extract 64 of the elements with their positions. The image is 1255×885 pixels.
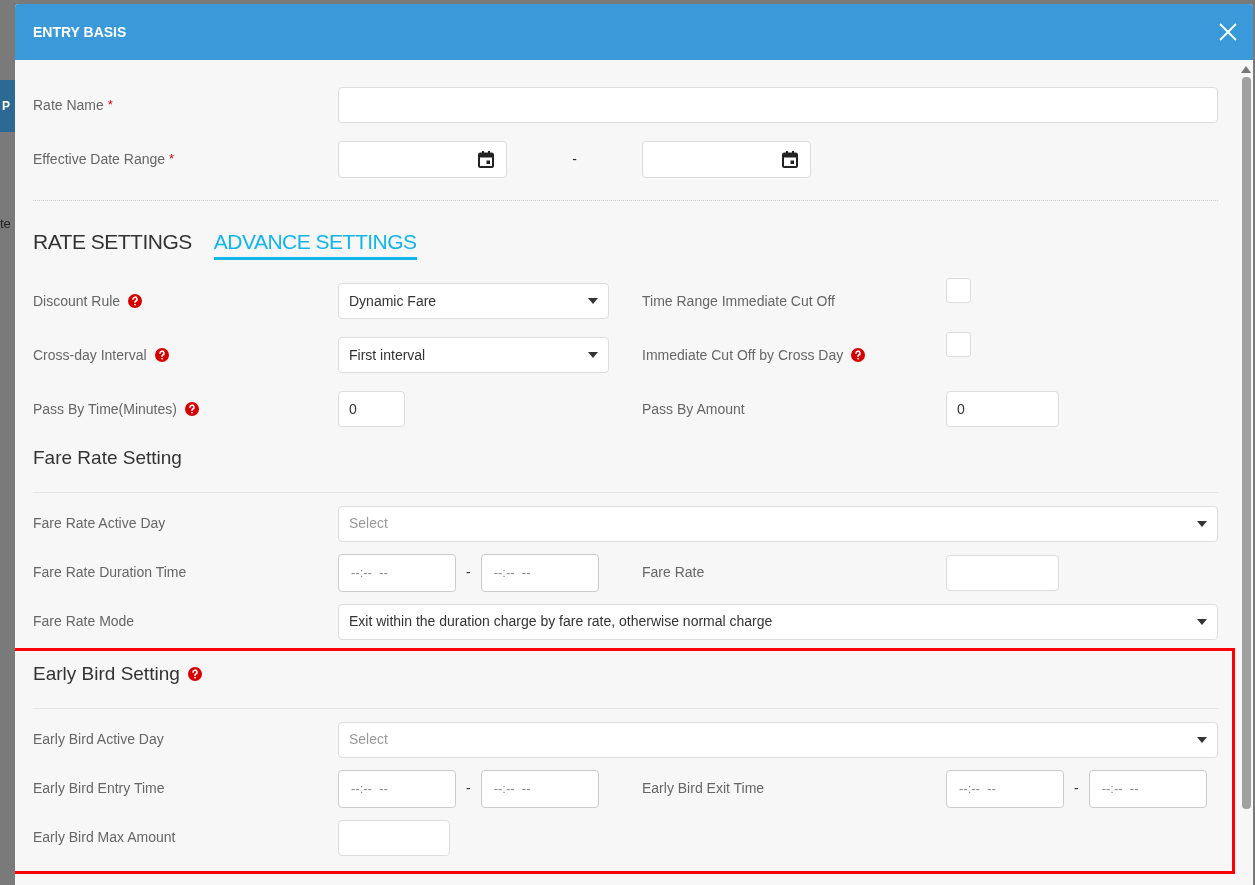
select-dropdown[interactable]: First interval bbox=[338, 337, 609, 373]
caret-icon bbox=[588, 298, 598, 304]
section-title: Early Bird Setting bbox=[33, 661, 180, 686]
field-label: Fare Rate Mode bbox=[33, 612, 135, 631]
help-icon[interactable] bbox=[184, 402, 199, 416]
checkbox[interactable] bbox=[946, 332, 971, 357]
caret-icon bbox=[1197, 520, 1207, 527]
field-label: Early Bird Exit Time bbox=[642, 779, 765, 798]
time-field[interactable]: --:-- -- bbox=[946, 769, 1064, 808]
time-field[interactable]: --:-- -- bbox=[338, 553, 456, 592]
field-label: Cross-day Interval bbox=[33, 345, 147, 365]
backdrop-text: te bbox=[0, 215, 11, 233]
time-field[interactable]: --:-- -- bbox=[480, 769, 599, 808]
help-icon[interactable] bbox=[187, 667, 202, 681]
input-field[interactable]: 0 bbox=[946, 391, 1059, 427]
field-label: Fare Rate bbox=[642, 563, 705, 582]
field-label: Fare Rate Duration Time bbox=[33, 563, 187, 582]
date-field[interactable] bbox=[642, 140, 811, 178]
scroll-thumb[interactable] bbox=[1241, 77, 1251, 809]
field-label: Rate Name bbox=[33, 95, 104, 115]
range-separator: - bbox=[1074, 779, 1079, 798]
field-label: Time Range Immediate Cut Off bbox=[642, 291, 835, 311]
calendar-icon[interactable] bbox=[782, 150, 798, 168]
help-icon[interactable] bbox=[851, 348, 866, 362]
input-field[interactable]: 0 bbox=[338, 391, 405, 427]
section-title: Fare Rate Setting bbox=[33, 445, 182, 470]
settings-tab[interactable]: RATE SETTINGS bbox=[33, 229, 192, 260]
caret-icon bbox=[588, 352, 598, 358]
input-field[interactable] bbox=[338, 819, 450, 856]
close-icon[interactable] bbox=[1219, 23, 1237, 41]
range-separator: - bbox=[571, 149, 578, 169]
help-icon[interactable] bbox=[128, 294, 143, 308]
checkbox[interactable] bbox=[946, 278, 971, 303]
select-dropdown[interactable]: Exit within the duration charge by fare rate, otherwise normal charge bbox=[338, 603, 1218, 640]
time-field[interactable]: --:-- -- bbox=[338, 769, 456, 808]
backdrop-text: P bbox=[2, 98, 10, 115]
scroll-up-icon[interactable] bbox=[1241, 66, 1251, 73]
input-field[interactable] bbox=[946, 554, 1059, 591]
field-label: Discount Rule bbox=[33, 291, 121, 311]
settings-tab[interactable]: ADVANCE SETTINGS bbox=[213, 229, 417, 260]
caret-icon bbox=[1197, 736, 1207, 743]
range-separator: - bbox=[466, 779, 471, 798]
range-separator: - bbox=[466, 563, 471, 582]
field-label: Early Bird Max Amount bbox=[33, 828, 176, 847]
help-icon[interactable] bbox=[154, 348, 169, 362]
time-field[interactable]: --:-- -- bbox=[1088, 769, 1207, 808]
field-label: Fare Rate Active Day bbox=[33, 514, 166, 533]
required-asterisk: * bbox=[107, 96, 113, 115]
required-asterisk: * bbox=[169, 150, 175, 169]
select-dropdown[interactable]: Select bbox=[338, 505, 1218, 542]
date-field[interactable] bbox=[338, 140, 507, 178]
input-field[interactable] bbox=[338, 87, 1218, 123]
field-label: Effective Date Range bbox=[33, 149, 166, 169]
field-label: Pass By Amount bbox=[642, 399, 745, 419]
dialog-title: ENTRY BASIS bbox=[33, 22, 127, 42]
calendar-icon[interactable] bbox=[478, 150, 494, 168]
time-field[interactable]: --:-- -- bbox=[480, 553, 599, 592]
field-label: Pass By Time(Minutes) bbox=[33, 399, 177, 419]
field-label: Early Bird Active Day bbox=[33, 730, 164, 749]
select-dropdown[interactable]: Dynamic Fare bbox=[338, 283, 609, 319]
select-dropdown[interactable]: Select bbox=[338, 721, 1218, 758]
field-label: Early Bird Entry Time bbox=[33, 779, 165, 798]
caret-icon bbox=[1197, 618, 1207, 625]
field-label: Immediate Cut Off by Cross Day bbox=[642, 345, 844, 365]
